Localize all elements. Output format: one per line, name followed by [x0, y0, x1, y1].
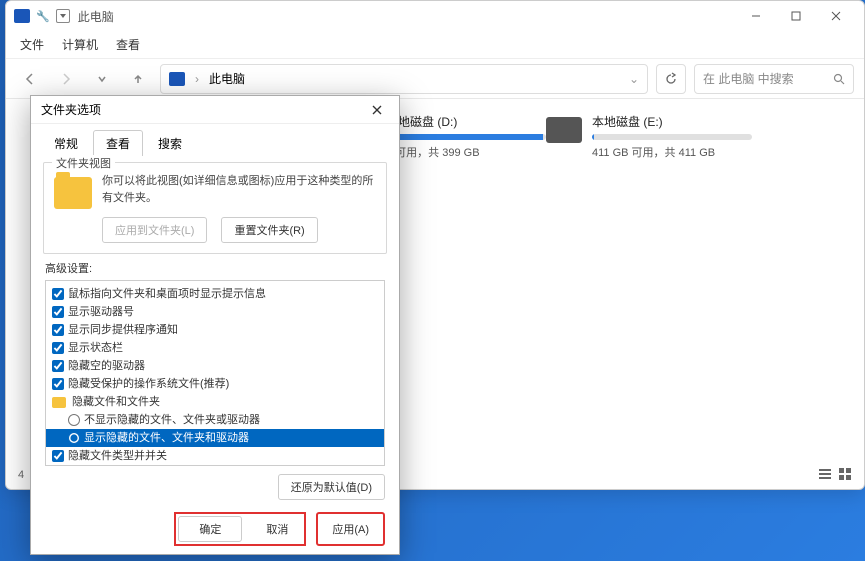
address-bar[interactable]: › 此电脑 ⌄	[160, 64, 648, 94]
checkbox[interactable]	[52, 360, 64, 372]
groupbox-text: 你可以将此视图(如详细信息或图标)应用于这种类型的所有文件夹。	[102, 173, 376, 206]
groupbox-title: 文件夹视图	[52, 155, 115, 171]
tab-view[interactable]: 查看	[93, 130, 143, 156]
checkbox[interactable]	[52, 306, 64, 318]
restore-defaults-button[interactable]: 还原为默认值(D)	[278, 474, 385, 500]
list-view-icon[interactable]	[818, 467, 832, 481]
reset-folders-button[interactable]: 重置文件夹(R)	[221, 217, 317, 243]
titlebar: 此电脑	[6, 1, 864, 31]
grid-view-icon[interactable]	[838, 467, 852, 481]
search-icon	[833, 73, 845, 85]
dialog-title-text: 文件夹选项	[41, 101, 101, 118]
dialog-close-button[interactable]	[365, 100, 389, 120]
drive-e[interactable]: 本地磁盘 (E:) 411 GB 可用，共 411 GB	[546, 113, 752, 160]
menu-computer[interactable]: 计算机	[62, 36, 98, 53]
breadcrumb-sep: ›	[195, 72, 199, 86]
checkbox[interactable]	[52, 450, 64, 462]
ok-button[interactable]: 确定	[178, 516, 242, 542]
nav-recent[interactable]	[88, 65, 116, 93]
advanced-settings-tree[interactable]: 鼠标指向文件夹和桌面项时显示提示信息 显示驱动器号 显示同步提供程序通知 显示状…	[45, 280, 385, 466]
tree-item-statusbar[interactable]: 显示状态栏	[46, 339, 384, 357]
search-box[interactable]: 在 此电脑 中搜索	[694, 64, 854, 94]
breadcrumb-location[interactable]: 此电脑	[209, 70, 245, 87]
status-item-count: 4	[18, 469, 24, 481]
radio[interactable]	[68, 414, 80, 426]
drive-name: 本地磁盘 (E:)	[592, 113, 752, 130]
advanced-settings-label: 高级设置:	[45, 260, 385, 276]
tree-item-show-hidden[interactable]: 显示隐藏的文件、文件夹和驱动器	[46, 429, 384, 447]
checkbox[interactable]	[52, 288, 64, 300]
highlighted-buttons: 确定 取消	[174, 512, 306, 546]
folder-icon	[52, 397, 66, 408]
menu-view[interactable]: 查看	[116, 36, 140, 53]
window-title: 此电脑	[78, 8, 114, 25]
search-placeholder: 在 此电脑 中搜索	[703, 70, 794, 87]
tree-item-hide-protected[interactable]: 隐藏受保护的操作系统文件(推荐)	[46, 375, 384, 393]
drive-icon	[546, 117, 582, 143]
dialog-tabs: 常规 查看 搜索	[31, 124, 399, 156]
refresh-button[interactable]	[656, 64, 686, 94]
tree-item-drive-letters[interactable]: 显示驱动器号	[46, 303, 384, 321]
tree-item-merge-conflicts[interactable]: 隐藏文件类型并并关	[46, 447, 384, 465]
folder-view-groupbox: 文件夹视图 你可以将此视图(如详细信息或图标)应用于这种类型的所有文件夹。 应用…	[43, 162, 387, 254]
tree-item-hidden-folder-group[interactable]: 隐藏文件和文件夹	[46, 393, 384, 411]
radio[interactable]	[68, 432, 80, 444]
drive-info: 411 GB 可用，共 411 GB	[592, 144, 752, 160]
drive-info: 8 可用，共 399 GB	[386, 144, 546, 160]
tree-item-sync-notif[interactable]: 显示同步提供程序通知	[46, 321, 384, 339]
folder-options-dialog: 文件夹选项 常规 查看 搜索 文件夹视图 你可以将此视图(如详细信息或图标)应用…	[30, 95, 400, 555]
wrench-icon	[36, 9, 50, 23]
computer-icon	[14, 9, 30, 23]
maximize-button[interactable]	[776, 1, 816, 31]
minimize-button[interactable]	[736, 1, 776, 31]
close-button[interactable]	[816, 1, 856, 31]
checkbox[interactable]	[52, 324, 64, 336]
dialog-titlebar: 文件夹选项	[31, 96, 399, 124]
checkbox[interactable]	[52, 342, 64, 354]
tab-search[interactable]: 搜索	[145, 130, 195, 156]
tab-general[interactable]: 常规	[41, 130, 91, 156]
nav-forward[interactable]	[52, 65, 80, 93]
cancel-button[interactable]: 取消	[252, 516, 302, 542]
chevron-down-icon[interactable]: ⌄	[629, 72, 639, 86]
apply-button[interactable]: 应用(A)	[316, 512, 385, 546]
nav-back[interactable]	[16, 65, 44, 93]
toolbar: › 此电脑 ⌄ 在 此电脑 中搜索	[6, 59, 864, 99]
tree-item-tooltips[interactable]: 鼠标指向文件夹和桌面项时显示提示信息	[46, 285, 384, 303]
view-switcher[interactable]	[818, 467, 852, 481]
computer-icon	[169, 72, 185, 86]
folder-icon	[54, 177, 92, 209]
tree-item-dont-show-hidden[interactable]: 不显示隐藏的文件、文件夹或驱动器	[46, 411, 384, 429]
drive-d[interactable]: 本地磁盘 (D:) 8 可用，共 399 GB	[386, 113, 546, 160]
menu-file[interactable]: 文件	[20, 36, 44, 53]
drive-usage-bar	[592, 134, 752, 140]
checkbox[interactable]	[52, 378, 64, 390]
apply-to-folders-button[interactable]: 应用到文件夹(L)	[102, 217, 207, 243]
drive-name: 本地磁盘 (D:)	[386, 113, 546, 130]
menubar: 文件 计算机 查看	[6, 31, 864, 59]
tree-item-hide-empty-drives[interactable]: 隐藏空的驱动器	[46, 357, 384, 375]
nav-up[interactable]	[124, 65, 152, 93]
drive-usage-bar	[386, 134, 546, 140]
dropdown-icon[interactable]	[56, 9, 70, 23]
